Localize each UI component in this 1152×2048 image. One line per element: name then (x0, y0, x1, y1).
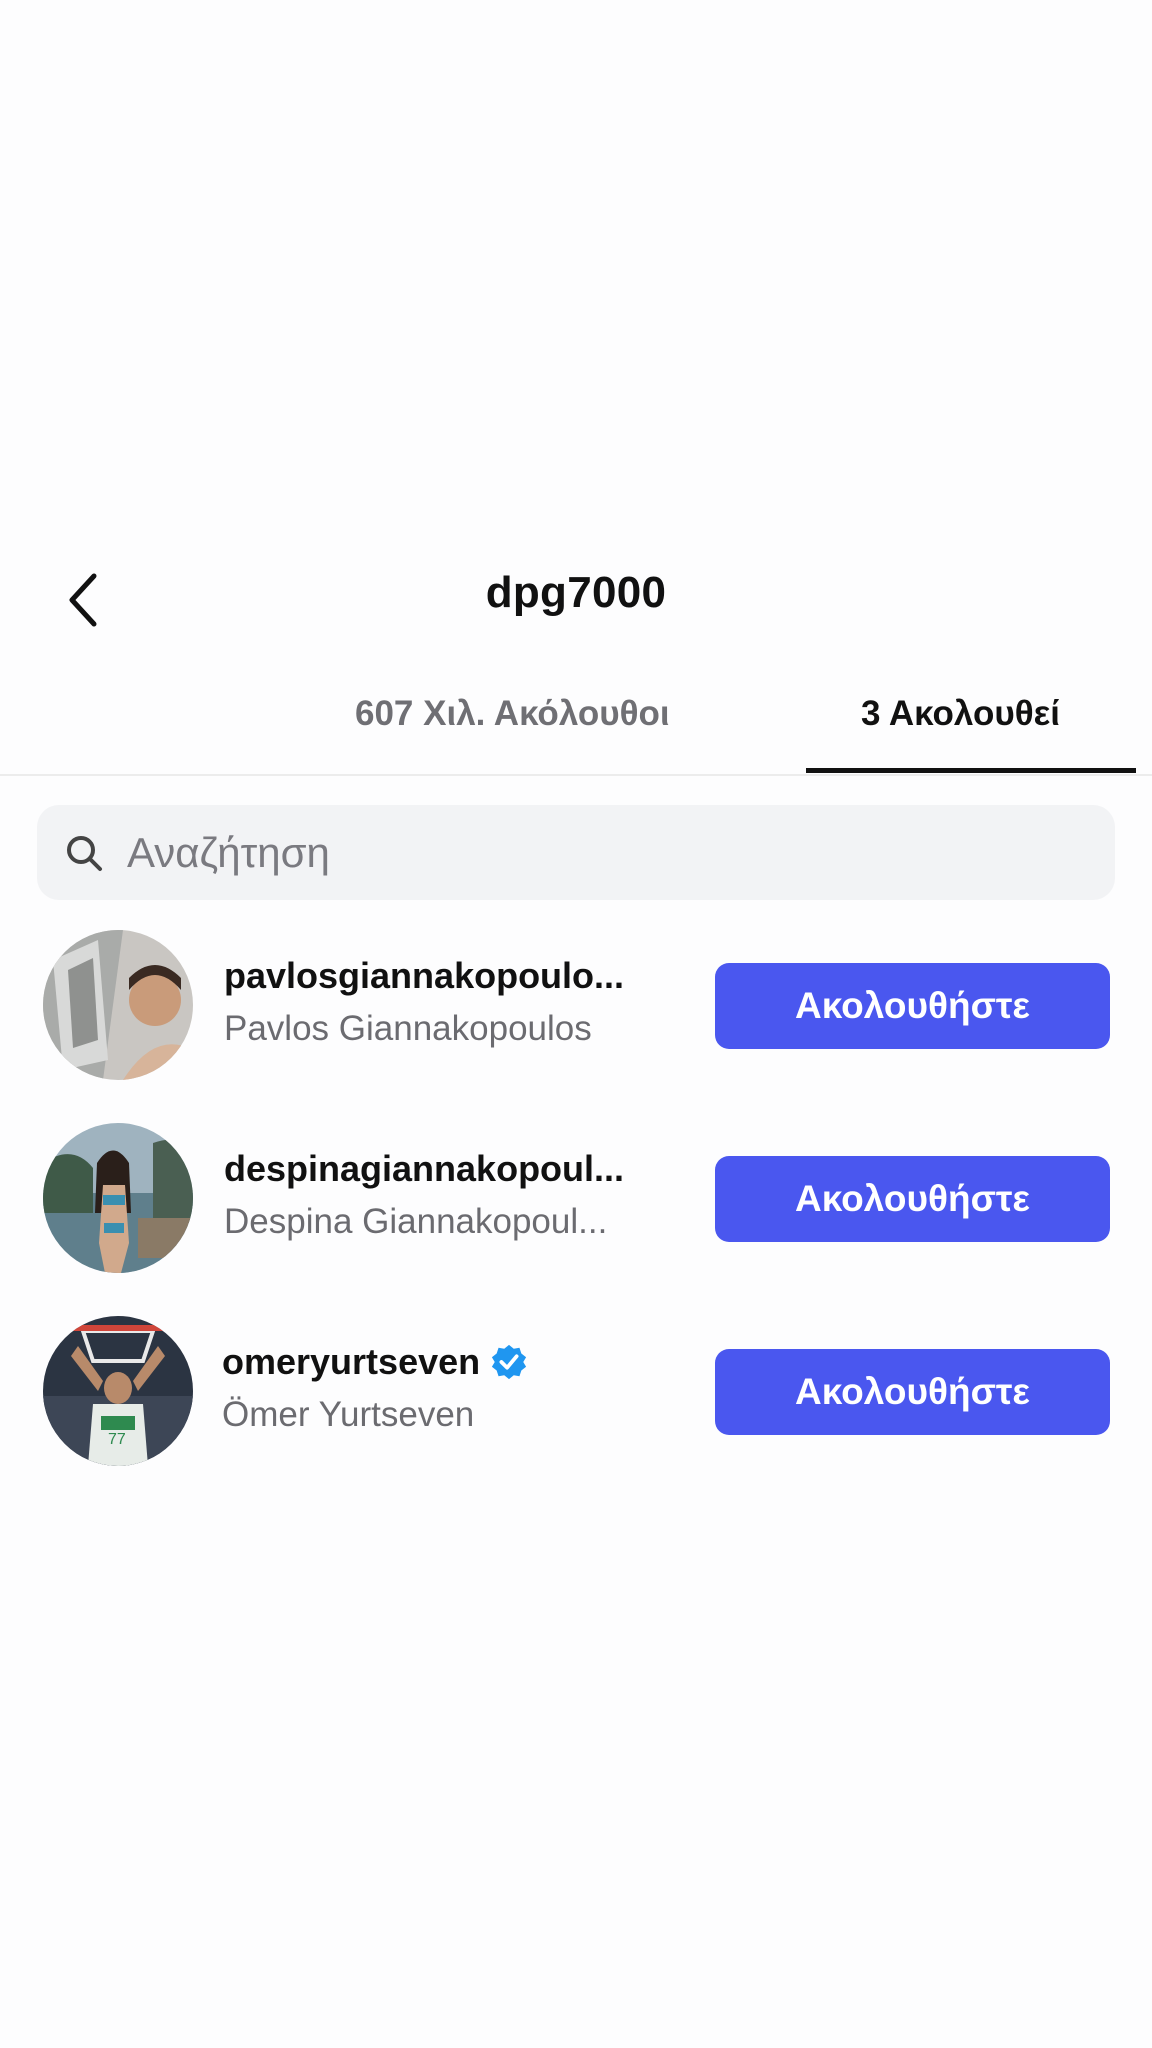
page-title: dpg7000 (485, 568, 667, 617)
tab-bar: 607 Χιλ. Ακόλουθοι 3 Ακολουθεί (0, 660, 1152, 776)
account-names: despinagiannakopoul... Despina Giannakop… (224, 1148, 644, 1242)
username[interactable]: despinagiannakopoul... (224, 1148, 644, 1190)
full-name: Despina Giannakopoul... (224, 1202, 608, 1241)
list-item[interactable]: 77 omeryurtseven Ömer Yurtseven Ακολουθή… (0, 1311, 1152, 1471)
follow-button[interactable]: Ακολουθήστε (715, 1156, 1110, 1242)
tab-following[interactable]: 3 Ακολουθεί (861, 694, 1060, 734)
svg-text:77: 77 (108, 1431, 126, 1448)
username[interactable]: pavlosgiannakopoulo... (224, 955, 644, 997)
tab-followers[interactable]: 607 Χιλ. Ακόλουθοι (355, 694, 670, 734)
list-item[interactable]: pavlosgiannakopoulo... Pavlos Giannakopo… (0, 925, 1152, 1085)
follow-button[interactable]: Ακολουθήστε (715, 963, 1110, 1049)
full-name: Pavlos Giannakopoulos (224, 1009, 592, 1048)
list-item[interactable]: despinagiannakopoul... Despina Giannakop… (0, 1118, 1152, 1278)
avatar[interactable] (43, 930, 193, 1080)
account-names: pavlosgiannakopoulo... Pavlos Giannakopo… (224, 955, 644, 1049)
avatar[interactable]: 77 (43, 1316, 193, 1466)
avatar[interactable] (43, 1123, 193, 1273)
search-icon (63, 832, 105, 874)
verified-badge-icon (492, 1344, 527, 1380)
search-input[interactable] (125, 827, 1029, 878)
full-name: Ömer Yurtseven (222, 1395, 475, 1434)
account-names: omeryurtseven Ömer Yurtseven (222, 1341, 642, 1435)
follow-button[interactable]: Ακολουθήστε (715, 1349, 1110, 1435)
top-bar: dpg7000 (0, 540, 1152, 660)
search-bar (37, 805, 1115, 900)
active-tab-indicator (806, 768, 1136, 773)
username[interactable]: omeryurtseven (222, 1341, 480, 1383)
username-row: omeryurtseven (222, 1341, 642, 1383)
